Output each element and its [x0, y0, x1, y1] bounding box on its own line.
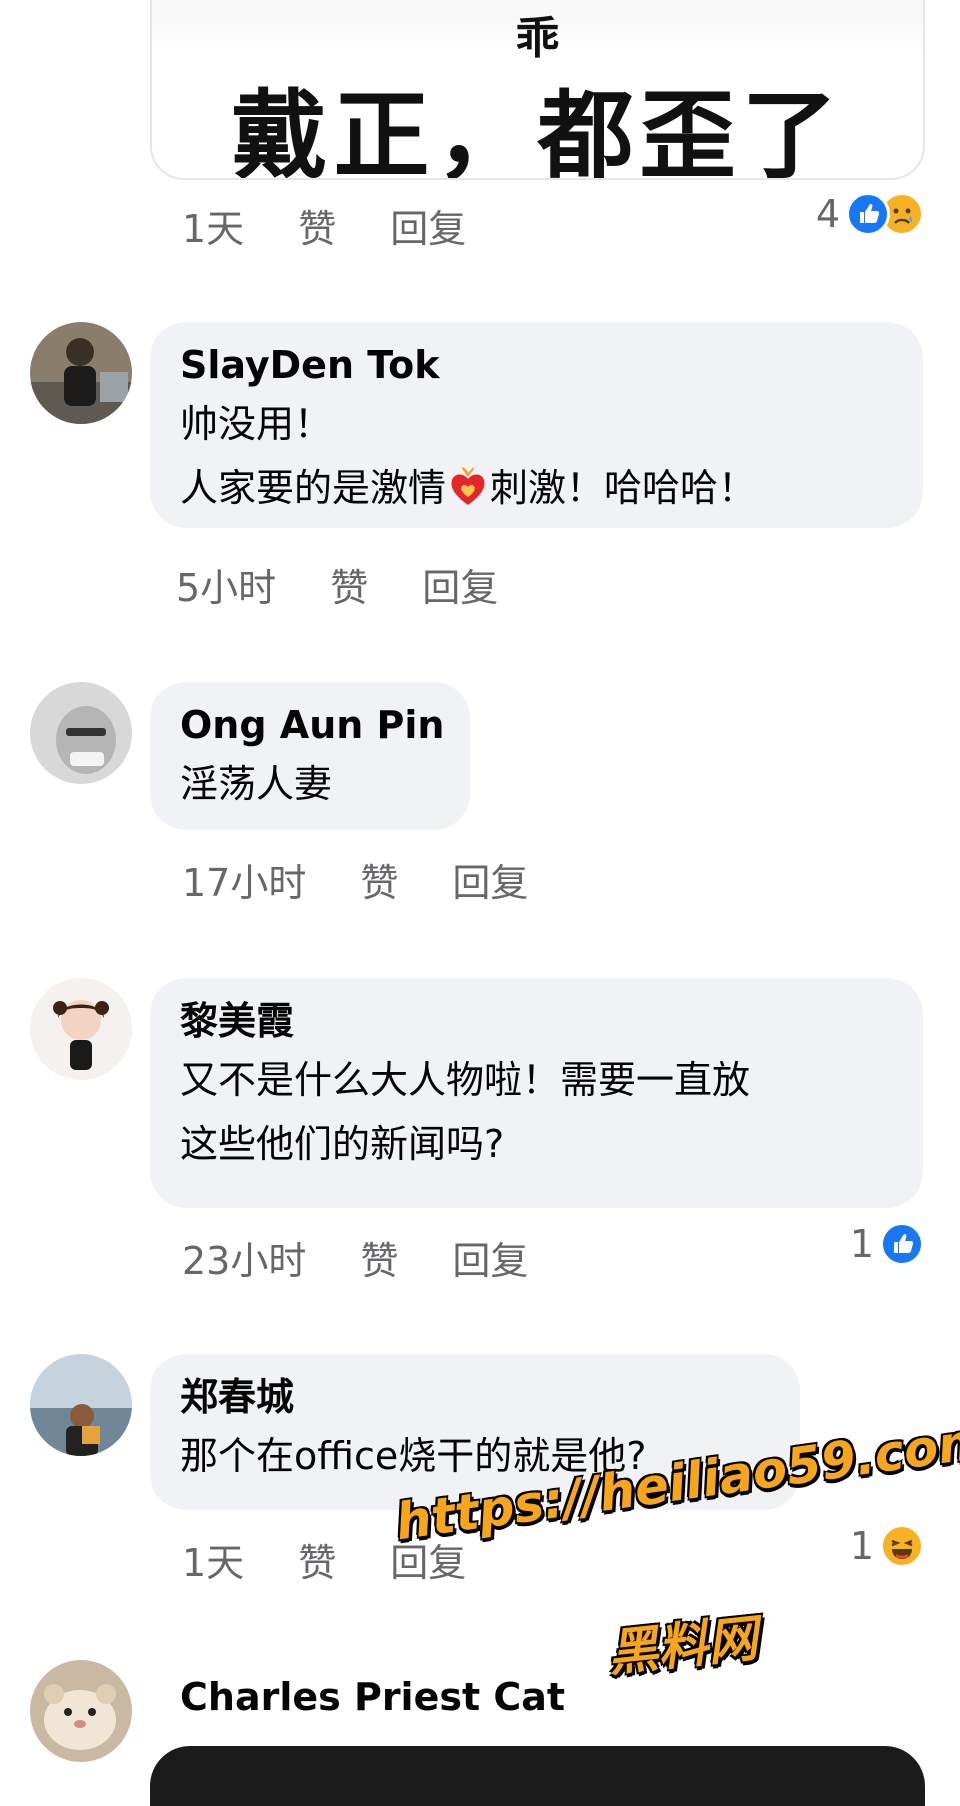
reply-button[interactable]: 回复: [452, 1230, 528, 1285]
like-button[interactable]: 赞: [298, 198, 336, 253]
reaction-summary[interactable]: 1: [850, 1524, 924, 1568]
comment-bubble: 黎美霞 又不是什么大人物啦！需要一直放 这些他们的新闻吗?: [150, 978, 923, 1208]
comment-bubble: SlayDen Tok 帅没用！ 人家要的是激情 刺激！哈哈哈！: [150, 322, 923, 528]
comment-media[interactable]: [150, 1746, 925, 1806]
avatar[interactable]: [30, 1660, 132, 1762]
comment-text-segment: 刺激！哈哈哈！: [490, 466, 757, 510]
comment-text-line: 这些他们的新闻吗?: [180, 1122, 505, 1166]
reaction-summary[interactable]: 4: [816, 192, 924, 236]
comment-meta: 1天 赞回复: [182, 198, 520, 253]
commenter-name[interactable]: 郑春城: [180, 1370, 770, 1424]
reaction-summary[interactable]: 1: [850, 1222, 924, 1266]
comment-time: 1天: [182, 207, 245, 251]
avatar[interactable]: [30, 322, 132, 424]
reaction-count: 1: [849, 1222, 874, 1266]
comment-time: 1天: [182, 1541, 245, 1585]
watermark-label: 黑料网: [605, 1609, 761, 1683]
comment-meta: 17小时 赞回复: [182, 852, 582, 907]
like-icon: [846, 192, 890, 236]
avatar[interactable]: [30, 978, 132, 1080]
like-button[interactable]: 赞: [330, 557, 368, 612]
comment-time: 5小时: [176, 566, 277, 610]
comment-text-line: 又不是什么大人物啦！需要一直放: [180, 1058, 751, 1102]
reaction-count: 1: [849, 1524, 874, 1568]
comment-text-line: 帅没用！: [180, 402, 333, 446]
like-button[interactable]: 赞: [360, 1230, 398, 1285]
like-button[interactable]: 赞: [298, 1532, 336, 1587]
heart-on-fire-icon: [446, 464, 490, 508]
comment-text-segment: 人家要的是激情: [180, 466, 447, 510]
comment-meta: 5小时 赞回复: [176, 557, 552, 612]
reply-button[interactable]: 回复: [452, 852, 528, 907]
image-text-line1: 乖: [515, 13, 560, 64]
reply-button[interactable]: 回复: [390, 198, 466, 253]
reaction-count: 4: [815, 192, 840, 236]
commenter-name[interactable]: Charles Priest Cat: [180, 1670, 565, 1724]
reply-button[interactable]: 回复: [422, 557, 498, 612]
comment-text-line: 淫荡人妻: [180, 762, 333, 806]
commenter-name[interactable]: SlayDen Tok: [180, 338, 893, 392]
comment-time: 17小时: [182, 861, 307, 905]
comment-bubble: Ong Aun Pin 淫荡人妻: [150, 682, 470, 830]
avatar[interactable]: [30, 1354, 132, 1456]
comment-image[interactable]: 乖 戴正，都歪了: [150, 0, 925, 180]
comment-meta: 23小时 赞回复: [182, 1230, 582, 1285]
image-text-line2: 戴正，都歪了: [231, 80, 844, 180]
like-icon: [880, 1222, 924, 1266]
comment-time: 23小时: [182, 1239, 307, 1283]
comment-text-line: 人家要的是激情 刺激！哈哈哈！: [180, 456, 893, 520]
avatar[interactable]: [30, 682, 132, 784]
commenter-name[interactable]: Ong Aun Pin: [180, 698, 444, 752]
laughing-face-icon: [880, 1524, 924, 1568]
like-button[interactable]: 赞: [360, 852, 398, 907]
commenter-name[interactable]: 黎美霞: [180, 994, 893, 1048]
